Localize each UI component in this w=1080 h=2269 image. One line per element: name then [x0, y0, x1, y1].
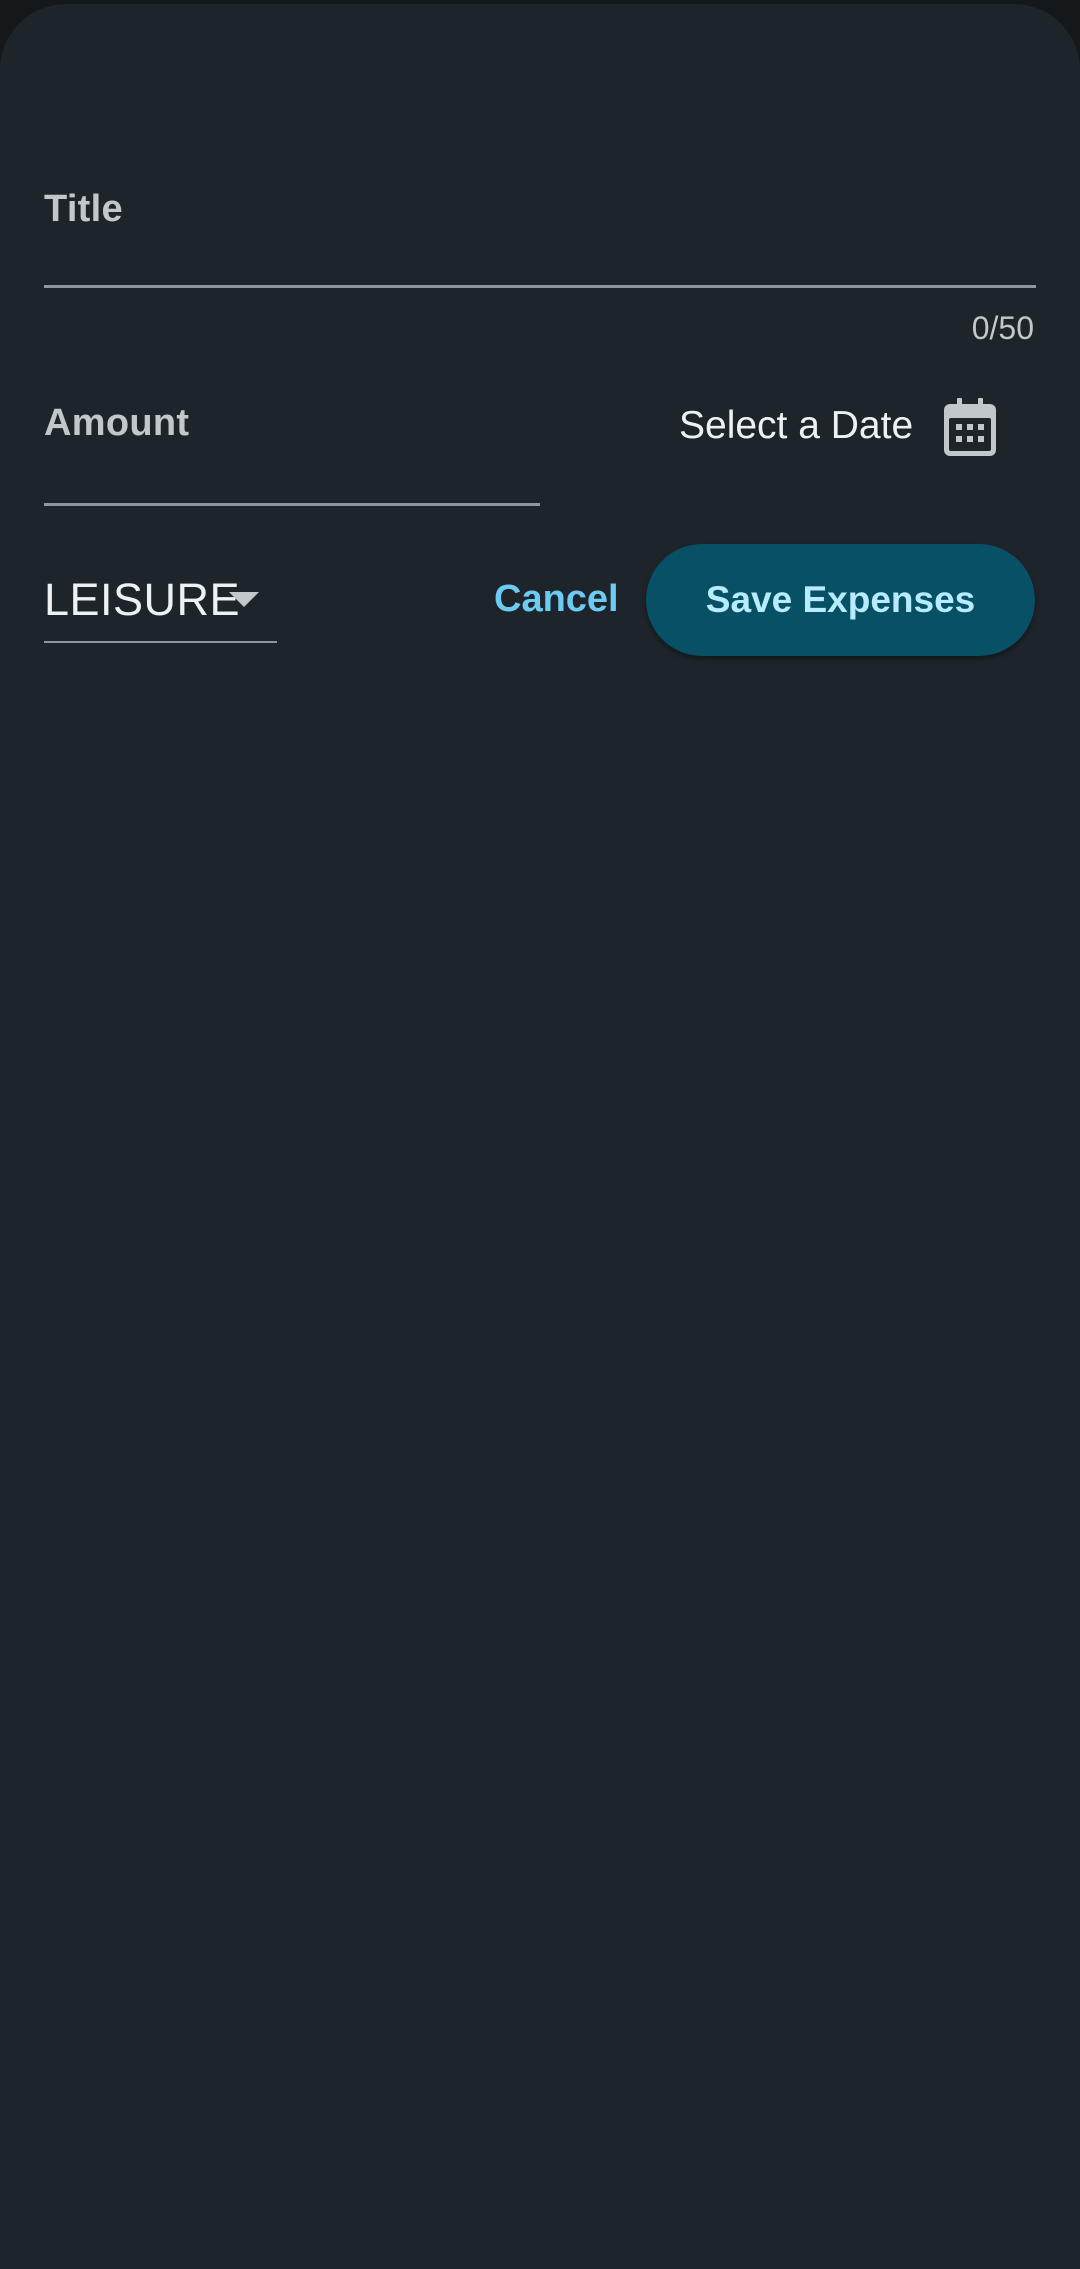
amount-underline — [44, 503, 540, 506]
calendar-icon[interactable] — [944, 398, 996, 456]
selected-date-text: Select a Date — [679, 404, 914, 447]
bottom-sheet: Title 0/50 Amount Select a Date LEISURE … — [0, 4, 1080, 2269]
cancel-button[interactable]: Cancel — [494, 578, 619, 621]
amount-label: Amount — [44, 402, 190, 444]
save-expenses-button[interactable]: Save Expenses — [646, 544, 1035, 656]
category-selected-value: LEISURE — [44, 574, 241, 625]
title-label: Title — [44, 188, 123, 230]
title-character-counter: 0/50 — [971, 310, 1034, 346]
chevron-down-icon — [229, 592, 259, 607]
category-underline — [44, 641, 277, 643]
title-underline — [44, 285, 1036, 288]
